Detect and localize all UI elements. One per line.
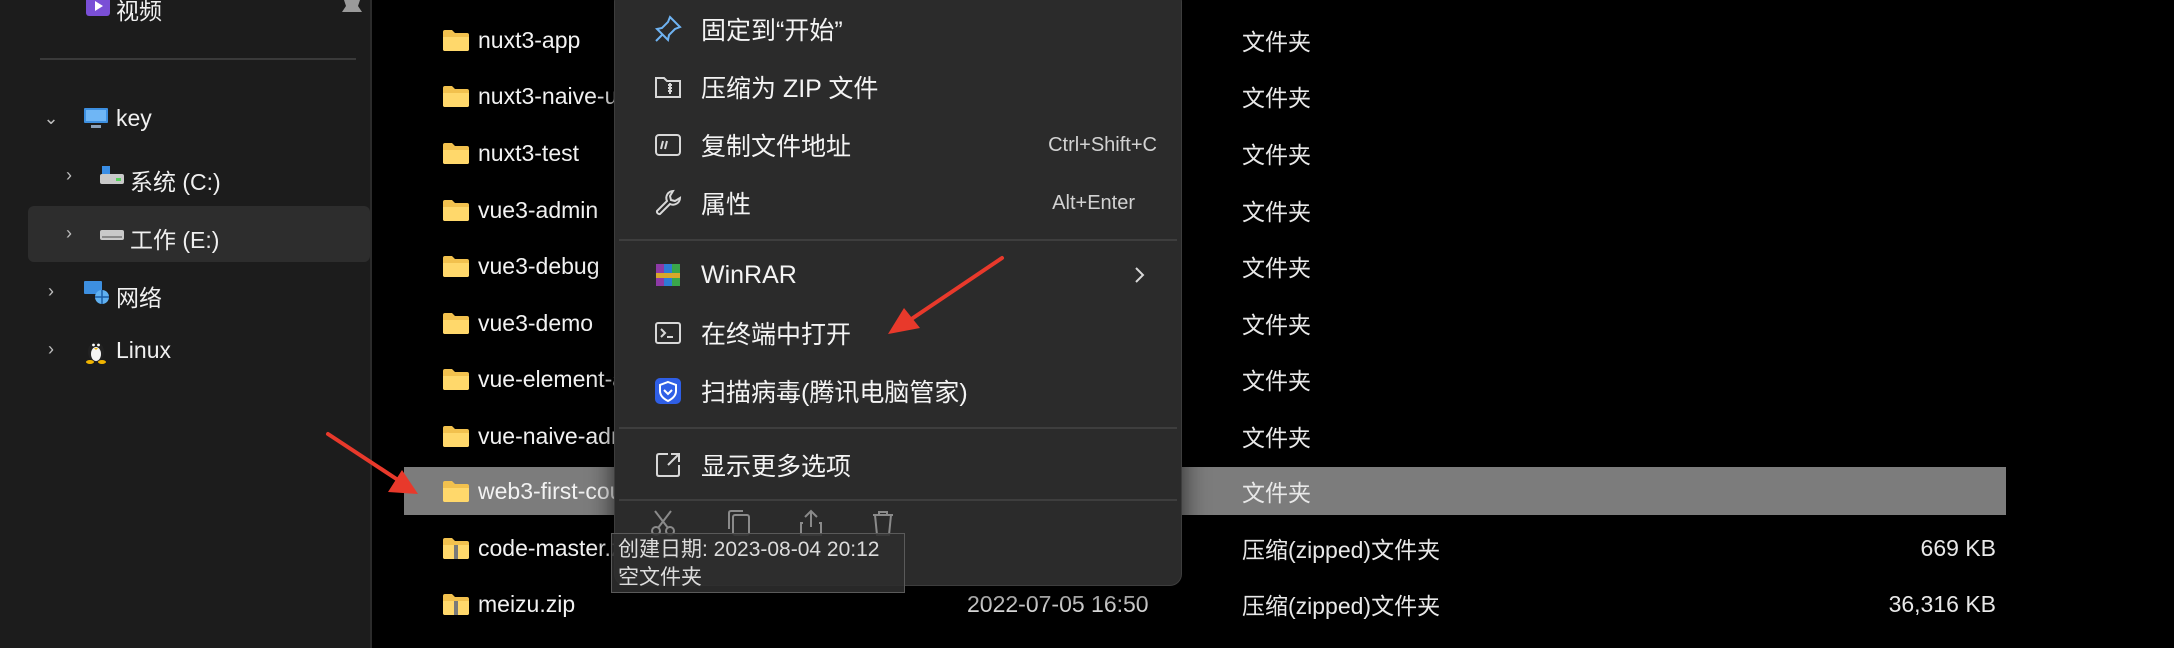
file-size: 669 KB: [1920, 534, 1996, 561]
navigation-pane: 视频 ⌄ key › 系统 (C:) › 工作 (E:) › 网络 › Linu…: [0, 0, 372, 648]
computer-icon: [84, 108, 108, 128]
menu-item-compress-zip[interactable]: 压缩为 ZIP 文件: [623, 61, 1173, 113]
menu-item-copy-path[interactable]: 复制文件地址 Ctrl+Shift+C: [623, 119, 1173, 171]
chevron-down-icon[interactable]: ⌄: [40, 107, 62, 129]
wrench-icon: [655, 189, 682, 216]
chevron-right-icon[interactable]: ›: [58, 164, 80, 186]
menu-item-pin-to-start[interactable]: 固定到“开始”: [623, 3, 1173, 55]
nav-item-linux[interactable]: › Linux: [28, 322, 370, 378]
terminal-icon: [655, 322, 681, 344]
network-icon: [84, 281, 109, 304]
file-name: meizu.zip: [478, 590, 576, 617]
menu-separator: [619, 239, 1177, 241]
file-type: 文件夹: [1242, 85, 1311, 111]
menu-item-label: 复制文件地址: [701, 133, 852, 161]
menu-item-label: 扫描病毒(腾讯电脑管家): [701, 379, 968, 407]
menu-item-label: 属性: [701, 191, 752, 219]
file-name: nuxt3-test: [478, 139, 579, 166]
linux-penguin-icon: [86, 342, 106, 364]
menu-item-shortcut: Ctrl+Shift+C: [1048, 133, 1157, 156]
zip-folder-icon: [443, 594, 469, 615]
file-name: vue3-demo: [478, 309, 594, 336]
menu-item-label: 在终端中打开: [701, 321, 852, 349]
menu-item-label: 固定到“开始”: [701, 17, 843, 45]
nav-label-linux: Linux: [116, 337, 171, 363]
winrar-icon: [656, 264, 680, 286]
menu-item-scan-virus[interactable]: 扫描病毒(腾讯电脑管家): [623, 365, 1173, 417]
nav-item-network[interactable]: › 网络: [28, 264, 370, 320]
folder-icon: [443, 369, 469, 390]
system-drive-icon: [100, 166, 124, 184]
file-type: 文件夹: [1242, 368, 1311, 394]
folder-icon: [443, 256, 469, 277]
file-type: 文件夹: [1242, 425, 1311, 451]
folder-icon: [443, 30, 469, 51]
folder-icon: [443, 426, 469, 447]
tooltip: 创建日期: 2023-08-04 20:12 空文件夹: [611, 533, 905, 593]
videos-icon: [86, 0, 110, 16]
folder-icon: [443, 200, 469, 221]
nav-item-drive-c[interactable]: › 系统 (C:): [28, 148, 370, 204]
more-options-icon: [656, 453, 680, 477]
nav-label-videos: 视频: [116, 0, 162, 24]
nav-label-drive-c: 系统 (C:): [130, 169, 221, 195]
folder-icon: [443, 143, 469, 164]
nav-item-key[interactable]: ⌄ key: [28, 90, 370, 146]
annotation-arrow-folder: [326, 432, 418, 494]
nav-label-key: key: [116, 105, 152, 131]
annotation-arrow-terminal: [888, 256, 1004, 334]
folder-icon: [443, 313, 469, 334]
menu-item-label: 压缩为 ZIP 文件: [701, 75, 879, 103]
chevron-right-icon[interactable]: ›: [58, 222, 80, 244]
zip-folder-icon: [443, 538, 469, 559]
tooltip-created-date: 创建日期: 2023-08-04 20:12: [618, 538, 880, 561]
menu-item-show-more-options[interactable]: 显示更多选项: [623, 439, 1173, 491]
menu-separator: [619, 427, 1177, 429]
file-type: 文件夹: [1242, 29, 1311, 55]
menu-item-shortcut: Alt+Enter: [1052, 191, 1135, 214]
file-type: 文件夹: [1242, 142, 1311, 168]
file-name: nuxt3-app: [478, 26, 581, 53]
file-type: 文件夹: [1242, 312, 1311, 338]
shield-icon: [655, 378, 681, 404]
file-type: 文件夹: [1242, 480, 1311, 506]
tooltip-description: 空文件夹: [618, 566, 702, 589]
file-type: 压缩(zipped)文件夹: [1242, 593, 1441, 619]
file-size: 36,316 KB: [1888, 590, 1996, 617]
menu-item-label: WinRAR: [701, 260, 797, 289]
menu-item-properties[interactable]: 属性 Alt+Enter: [623, 177, 1173, 229]
drive-icon: [100, 230, 124, 240]
file-date: 2022-07-05 16:50: [967, 590, 1149, 617]
folder-icon: [443, 481, 469, 502]
copy-path-icon: [655, 134, 681, 156]
chevron-right-icon[interactable]: ›: [40, 338, 62, 360]
file-type: 文件夹: [1242, 199, 1311, 225]
nav-label-network: 网络: [116, 285, 162, 311]
file-name: vue3-admin: [478, 196, 599, 223]
folder-icon: [443, 86, 469, 107]
nav-divider: [40, 58, 356, 60]
pin-icon: [654, 15, 682, 43]
file-type: 文件夹: [1242, 255, 1311, 281]
chevron-right-icon: [1135, 267, 1145, 283]
chevron-right-icon[interactable]: ›: [40, 280, 62, 302]
menu-separator: [619, 499, 1177, 501]
zip-icon: [655, 77, 681, 98]
file-type: 压缩(zipped)文件夹: [1242, 537, 1441, 563]
file-name: vue3-debug: [478, 252, 600, 279]
nav-item-videos[interactable]: 视频: [28, 0, 370, 34]
pin-icon[interactable]: [340, 0, 364, 14]
nav-label-drive-e: 工作 (E:): [130, 227, 220, 253]
nav-item-drive-e[interactable]: › 工作 (E:): [28, 206, 370, 262]
menu-item-label: 显示更多选项: [701, 453, 852, 481]
